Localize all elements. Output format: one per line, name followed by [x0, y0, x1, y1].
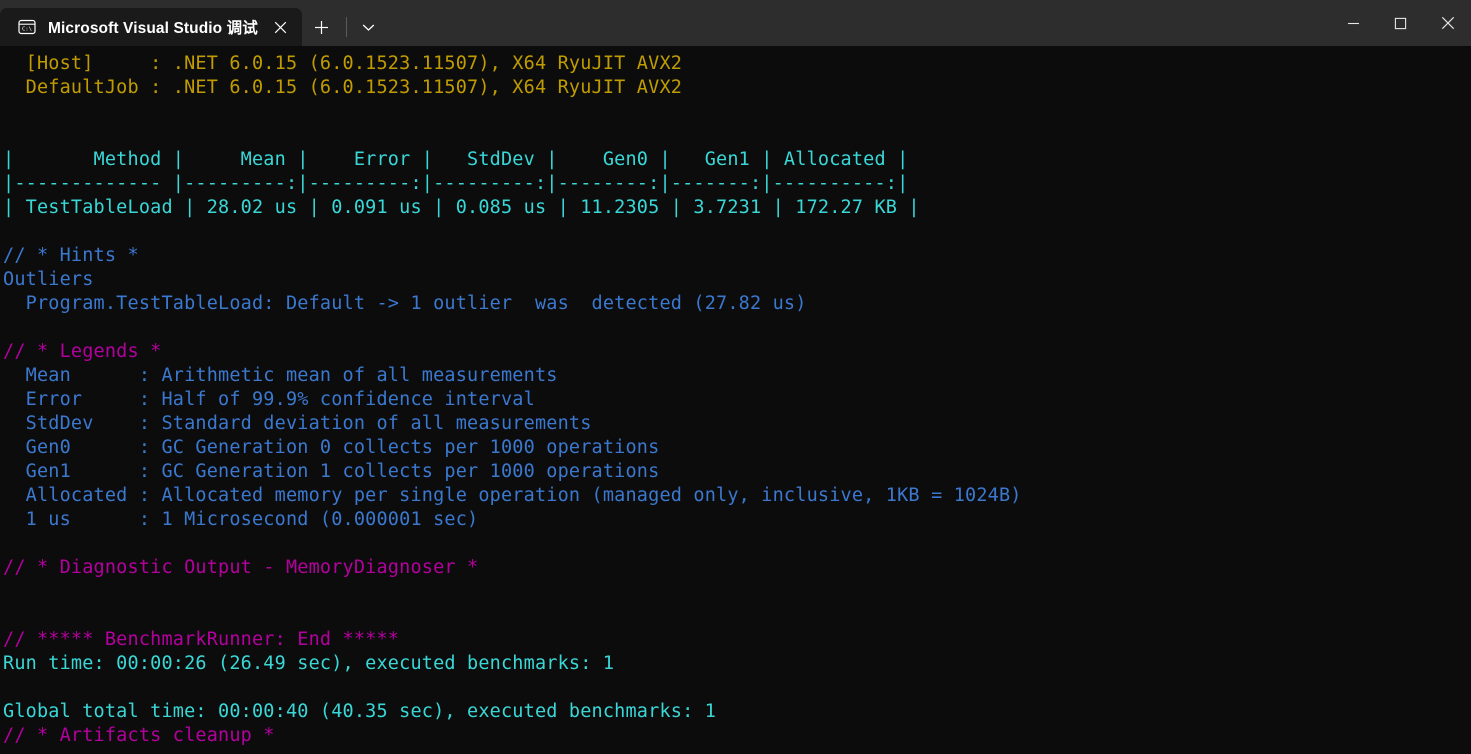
terminal-line: Allocated : Allocated memory per single …: [3, 485, 1022, 506]
tab-title: Microsoft Visual Studio 调试: [48, 20, 258, 37]
terminal-line: Gen1 : GC Generation 1 collects per 1000…: [3, 461, 660, 482]
terminal-tab[interactable]: C:\ Microsoft Visual Studio 调试: [0, 8, 302, 46]
svg-text:C:\: C:\: [22, 27, 32, 33]
window-minimize-button[interactable]: [1330, 0, 1377, 46]
terminal-line: Error : Half of 99.9% confidence interva…: [3, 389, 535, 410]
tabstrip-divider: [345, 17, 347, 37]
window-close-button[interactable]: [1424, 0, 1471, 46]
terminal-line: | TestTableLoad | 28.02 us | 0.091 us | …: [3, 197, 920, 218]
terminal-line: // * Hints *: [3, 245, 139, 266]
terminal-line: DefaultJob : .NET 6.0.15 (6.0.1523.11507…: [3, 77, 683, 98]
tab-dropdown-button[interactable]: [351, 8, 387, 46]
terminal-line: // * Artifacts cleanup *: [3, 725, 275, 746]
terminal-output[interactable]: [Host] : .NET 6.0.15 (6.0.1523.11507), X…: [0, 46, 1471, 754]
terminal-line: 1 us : 1 Microsecond (0.000001 sec): [3, 509, 479, 530]
terminal-line: Global total time: 00:00:40 (40.35 sec),…: [3, 701, 717, 722]
command-prompt-icon: C:\: [18, 18, 36, 36]
tab-strip: C:\ Microsoft Visual Studio 调试: [0, 0, 387, 46]
terminal-line: // * Legends *: [3, 341, 162, 362]
terminal-line: // ***** BenchmarkRunner: End *****: [3, 629, 400, 650]
window-controls: [1330, 0, 1471, 46]
chevron-down-icon: [363, 24, 375, 31]
window-maximize-button[interactable]: [1377, 0, 1424, 46]
terminal-line: [Host] : .NET 6.0.15 (6.0.1523.11507), X…: [3, 53, 683, 74]
terminal-line: // * Diagnostic Output - MemoryDiagnoser…: [3, 557, 479, 578]
terminal-line: Gen0 : GC Generation 0 collects per 1000…: [3, 437, 660, 458]
terminal-line: Outliers: [3, 269, 94, 290]
terminal-line: StdDev : Standard deviation of all measu…: [3, 413, 592, 434]
plus-icon: [315, 20, 329, 34]
close-icon: [1441, 16, 1454, 30]
terminal-line-list: [Host] : .NET 6.0.15 (6.0.1523.11507), X…: [0, 52, 1471, 748]
minimize-icon: [1348, 22, 1359, 24]
tab-close-icon[interactable]: [266, 12, 296, 42]
terminal-line: Mean : Arithmetic mean of all measuremen…: [3, 365, 558, 386]
terminal-line: Run time: 00:00:26 (26.49 sec), executed…: [3, 653, 615, 674]
terminal-line: |------------- |---------:|---------:|--…: [3, 173, 909, 194]
new-tab-button[interactable]: [302, 8, 342, 46]
maximize-icon: [1394, 17, 1407, 29]
window-titlebar: C:\ Microsoft Visual Studio 调试: [0, 0, 1471, 46]
terminal-line: Program.TestTableLoad: Default -> 1 outl…: [3, 293, 807, 314]
terminal-line: | Method | Mean | Error | StdDev | Gen0 …: [3, 149, 909, 170]
